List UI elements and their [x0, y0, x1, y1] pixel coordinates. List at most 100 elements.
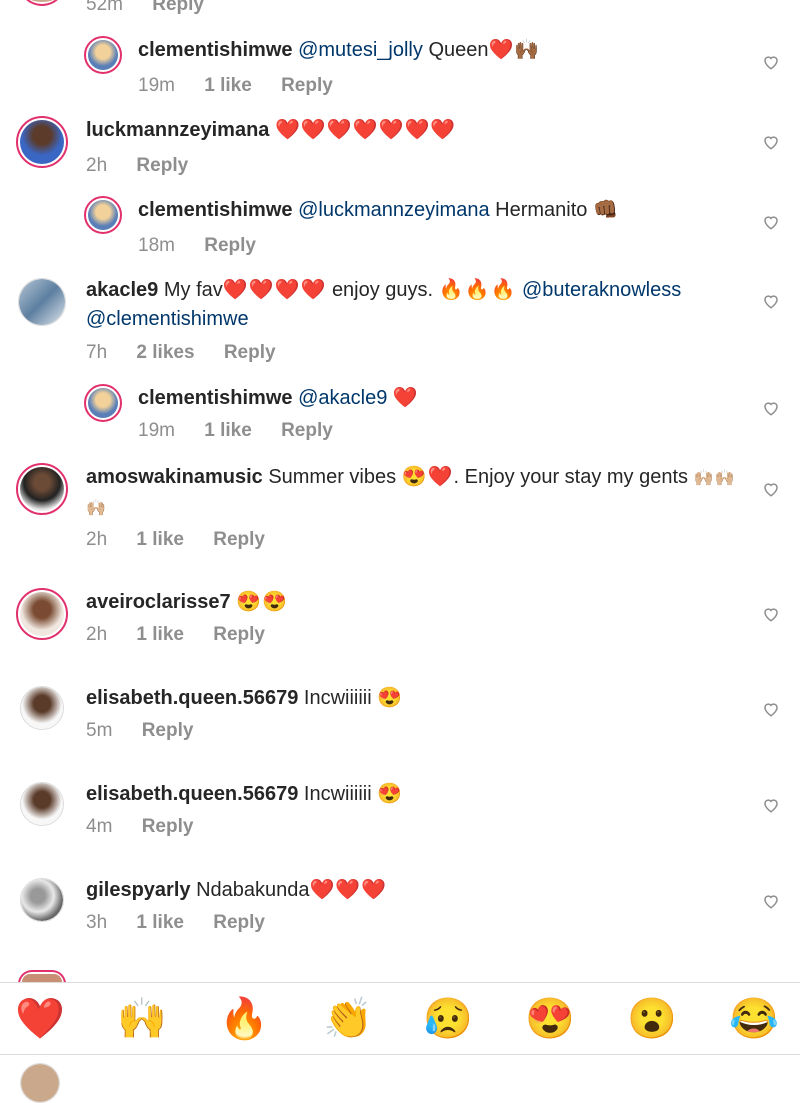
comment-meta: 4m Reply [86, 816, 217, 838]
comment-text: gilespyarly Ndabakunda❤️❤️❤️ [86, 876, 387, 905]
comment-meta: 5m Reply [86, 720, 217, 742]
time-label: 2h [86, 155, 108, 176]
reply-button[interactable]: Reply [204, 235, 256, 256]
comment-text: clementishimwe @luckmannzeyimana Hermani… [138, 196, 619, 225]
clap-emoji-button[interactable]: 👏 [322, 993, 374, 1045]
comment-emoji: ❤️❤️❤️❤️ [222, 279, 327, 301]
username[interactable]: elisabeth.queen.56679 [86, 687, 298, 709]
mention-link[interactable]: @mutesi_jolly [298, 39, 423, 61]
avatar[interactable] [20, 782, 64, 826]
comment-meta: 18m Reply [138, 235, 280, 257]
heart-outline-icon[interactable] [762, 605, 780, 623]
mention-link[interactable]: @clementishimwe [86, 308, 249, 330]
comment-body: . Enjoy your stay my gents [453, 466, 689, 488]
reply-button[interactable]: Reply [281, 420, 333, 441]
laughing-emoji-button[interactable]: 😂 [728, 993, 780, 1045]
heart-outline-icon[interactable] [762, 133, 780, 151]
heart-outline-icon[interactable] [762, 796, 780, 814]
likes-count[interactable]: 1 like [136, 912, 184, 933]
heart-eyes-emoji-button[interactable]: 😍 [524, 993, 576, 1045]
avatar[interactable] [16, 463, 68, 515]
comment-text: amoswakinamusic Summer vibes 😍❤️. Enjoy … [86, 463, 736, 523]
heart-emoji-button[interactable]: ❤️ [14, 993, 66, 1045]
mention-link[interactable]: @akacle9 [298, 387, 387, 409]
reply-button[interactable]: Reply [142, 816, 194, 837]
comment-emoji: 🔥🔥🔥 [438, 279, 517, 301]
avatar[interactable] [18, 278, 66, 326]
comment-meta: 7h 2 likes Reply [86, 342, 300, 364]
sad-emoji-button[interactable]: 😥 [422, 993, 474, 1045]
comment-meta: 2h 1 like Reply [86, 529, 289, 551]
username[interactable]: gilespyarly [86, 879, 191, 901]
username[interactable]: amoswakinamusic [86, 466, 263, 488]
time-label: 2h [86, 529, 108, 550]
comment-body: Summer vibes [268, 466, 397, 488]
reply-button[interactable]: Reply [281, 75, 333, 96]
comment-meta: 19m 1 like Reply [138, 75, 357, 97]
heart-outline-icon[interactable] [762, 399, 780, 417]
avatar[interactable] [84, 384, 122, 422]
avatar[interactable] [20, 686, 64, 730]
avatar[interactable] [20, 878, 64, 922]
comment-meta: 2h Reply [86, 155, 212, 177]
comment-text: akacle9 My fav❤️❤️❤️❤️ enjoy guys. 🔥🔥🔥 @… [86, 276, 736, 334]
raised-hands-emoji-button[interactable]: 🙌 [116, 993, 168, 1045]
comment-body: enjoy guys. [331, 279, 434, 301]
comment-text: clementishimwe @akacle9 ❤️ [138, 384, 419, 413]
reply-button[interactable]: Reply [142, 720, 194, 741]
avatar[interactable] [16, 116, 68, 168]
avatar[interactable] [18, 0, 66, 6]
reply-button[interactable]: Reply [136, 155, 188, 176]
comment-emoji: 👊🏾 [592, 199, 619, 221]
heart-outline-icon[interactable] [762, 292, 780, 310]
mention-link[interactable]: @luckmannzeyimana [298, 199, 490, 221]
avatar[interactable] [84, 196, 122, 234]
reply-button[interactable]: Reply [213, 624, 265, 645]
likes-count[interactable]: 2 likes [136, 342, 194, 363]
heart-outline-icon[interactable] [762, 53, 780, 71]
username[interactable]: clementishimwe [138, 199, 293, 221]
comment-body: My fav [163, 279, 223, 301]
mention-link[interactable]: @buteraknowless [522, 279, 681, 301]
reply-button[interactable]: Reply [213, 529, 265, 550]
comment-emoji: ❤️❤️❤️ [309, 879, 388, 901]
comment-text: aveiroclarisse7 😍😍 [86, 588, 288, 617]
username[interactable]: akacle9 [86, 279, 158, 301]
reply-button[interactable]: Reply [213, 912, 265, 933]
time-label: 18m [138, 235, 175, 256]
comment-body: Queen [428, 39, 489, 61]
avatar [20, 1063, 60, 1103]
username[interactable]: clementishimwe [138, 387, 293, 409]
comment-input-area[interactable] [0, 1054, 800, 1103]
avatar[interactable] [84, 36, 122, 74]
comment-text: clementishimwe @mutesi_jolly Queen❤️🙌🏾 [138, 36, 540, 65]
time-label: 7h [86, 342, 108, 363]
comment-emoji: 😍❤️ [401, 466, 454, 488]
time-label: 4m [86, 816, 113, 837]
avatar[interactable] [16, 588, 68, 640]
likes-count[interactable]: 1 like [204, 420, 252, 441]
heart-outline-icon[interactable] [762, 892, 780, 910]
heart-outline-icon[interactable] [762, 213, 780, 231]
comment-emoji: ❤️ [392, 387, 419, 409]
surprised-emoji-button[interactable]: 😮 [626, 993, 678, 1045]
reply-button[interactable]: Reply [152, 0, 204, 15]
time-label: 3h [86, 912, 108, 933]
reply-button[interactable]: Reply [224, 342, 276, 363]
comment-emoji: 😍 [377, 687, 404, 709]
username[interactable]: luckmannzeyimana [86, 119, 269, 141]
comment-emoji: ❤️❤️❤️❤️❤️❤️❤️ [274, 119, 457, 141]
likes-count[interactable]: 1 like [204, 75, 252, 96]
heart-outline-icon[interactable] [762, 700, 780, 718]
likes-count[interactable]: 1 like [136, 529, 184, 550]
heart-outline-icon[interactable] [762, 480, 780, 498]
username[interactable]: elisabeth.queen.56679 [86, 783, 298, 805]
likes-count[interactable]: 1 like [136, 624, 184, 645]
username[interactable]: clementishimwe [138, 39, 293, 61]
comment-text: elisabeth.queen.56679 Incwiiiiii 😍 [86, 684, 403, 713]
username[interactable]: aveiroclarisse7 [86, 591, 231, 613]
fire-emoji-button[interactable]: 🔥 [218, 993, 270, 1045]
top-partial-meta: 52m Reply [86, 0, 228, 16]
comment-body: Ndabakunda [196, 879, 310, 901]
comment-body: Hermanito [495, 199, 588, 221]
